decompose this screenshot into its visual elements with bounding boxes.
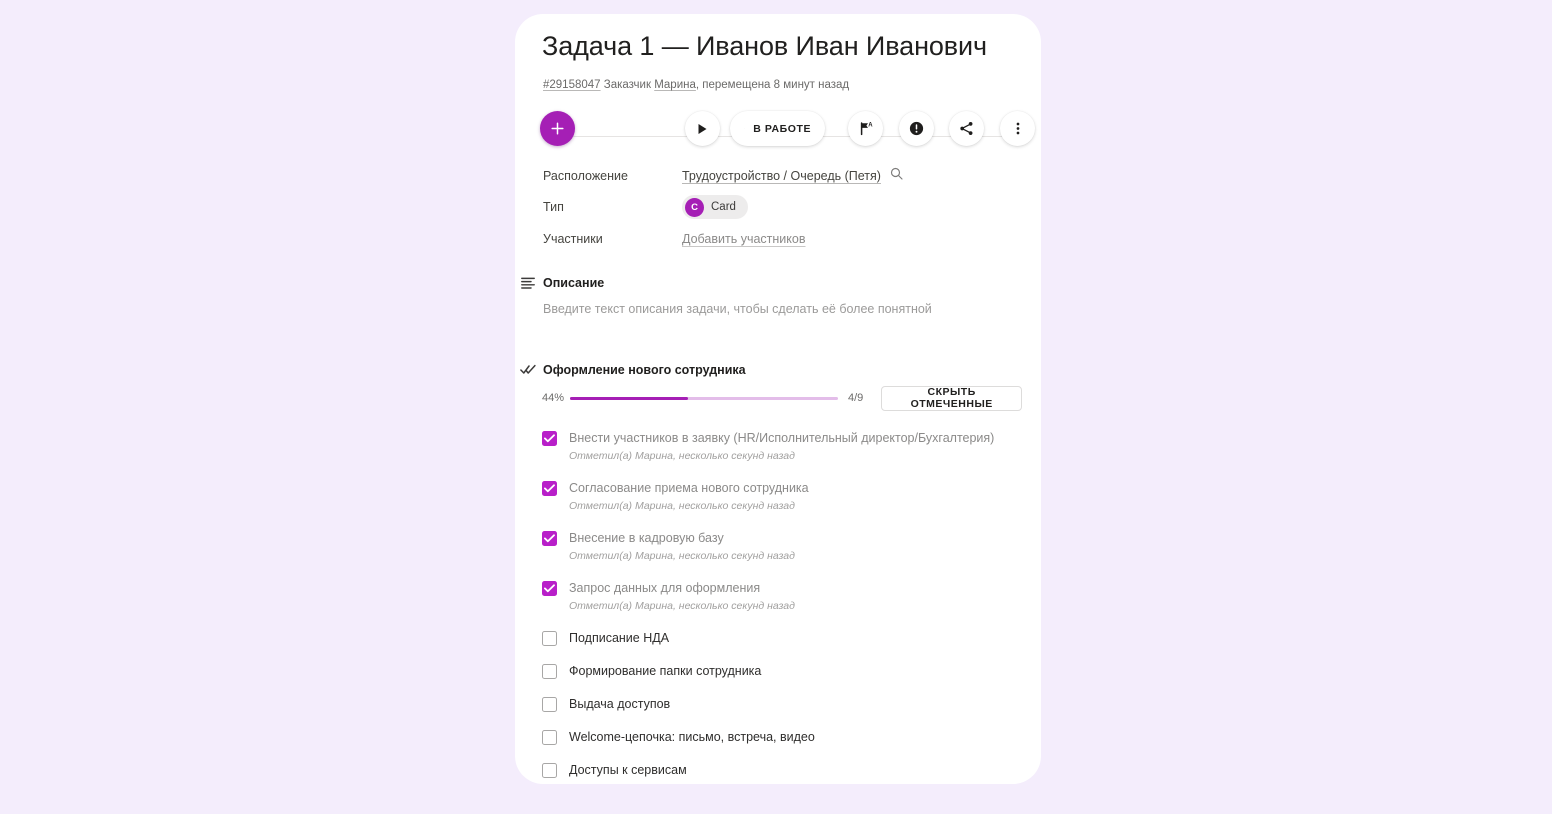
- checkbox-unchecked-icon[interactable]: [542, 664, 557, 679]
- more-vertical-icon: [1016, 122, 1019, 135]
- plus-icon: [551, 122, 564, 135]
- checklist-item-label: Внести участников в заявку (HR/Исполните…: [569, 431, 995, 445]
- checkbox-checked-icon[interactable]: [542, 481, 557, 496]
- start-timer-button[interactable]: [685, 111, 720, 146]
- type-badge-initial: C: [685, 197, 704, 217]
- checklist-item[interactable]: Выдача доступов: [542, 686, 1022, 719]
- checklist-item-label: Подписание НДА: [569, 631, 670, 645]
- checklist-progress-row: 44% 4/9 СКРЫТЬ ОТМЕЧЕННЫЕ: [542, 384, 1022, 412]
- task-meta-line: #29158047 Заказчик Марина, перемещена 8 …: [543, 77, 849, 93]
- status-button[interactable]: В РАБОТЕ: [730, 111, 825, 146]
- exclamation-circle-icon: [909, 121, 924, 136]
- checklist-item-meta: Отметил(а) Марина, несколько секунд наза…: [569, 500, 795, 512]
- checklist-item-label: Формирование папки сотрудника: [569, 664, 762, 678]
- share-icon: [960, 122, 973, 135]
- checklist-item[interactable]: Согласование приема нового сотрудника Отм…: [542, 470, 1022, 520]
- checklist-title: Оформление нового сотрудника: [543, 363, 746, 377]
- location-label: Расположение: [543, 168, 628, 183]
- checklist-item-body: Внесение в кадровую базу Отметил(а) Марин…: [569, 530, 795, 563]
- page-title: Задача 1 — Иванов Иван Иванович: [542, 31, 987, 61]
- checklist-item-body: Формирование папки сотрудника: [569, 663, 761, 679]
- checklist-item-label: Запрос данных для оформления: [569, 581, 761, 595]
- checklist-item-label: Доступы к сервисам: [569, 763, 687, 777]
- checklist-item-meta: Отметил(а) Марина, несколько секунд наза…: [569, 550, 795, 562]
- checklist-item-body: Внести участников в заявку (HR/Исполните…: [569, 430, 994, 463]
- checkbox-unchecked-icon[interactable]: [542, 763, 557, 778]
- task-id-link[interactable]: #29158047: [543, 79, 601, 91]
- checklist-item[interactable]: Внесение в кадровую базу Отметил(а) Марин…: [542, 520, 1022, 570]
- progress-bar: [570, 396, 838, 400]
- more-menu-button[interactable]: [1000, 111, 1035, 146]
- auto-flag-button[interactable]: A: [848, 111, 883, 146]
- type-badge[interactable]: C Card: [682, 195, 748, 220]
- location-value-link[interactable]: Трудоустройство / Очередь (Петя): [682, 169, 881, 183]
- checklist-item-body: Выдача доступов: [569, 696, 670, 712]
- description-title: Описание: [543, 276, 605, 290]
- progress-bar-fill: [570, 396, 688, 400]
- priority-button[interactable]: [899, 111, 934, 146]
- checklist-item[interactable]: Доступы к сервисам: [542, 752, 1022, 784]
- checklist-item[interactable]: Welcome-цепочка: письмо, встреча, видео: [542, 719, 1022, 752]
- checkbox-unchecked-icon[interactable]: [542, 730, 557, 745]
- property-row-location: Расположение Трудоустройство / Очередь (…: [543, 160, 1013, 192]
- flag-a-icon: A: [860, 121, 873, 135]
- progress-fraction: 4/9: [848, 392, 864, 404]
- checklist-item[interactable]: Внести участников в заявку (HR/Исполните…: [542, 420, 1022, 470]
- add-button[interactable]: [540, 111, 575, 146]
- type-badge-text: Card: [711, 201, 736, 214]
- checkbox-checked-icon[interactable]: [542, 431, 557, 446]
- play-icon: [698, 123, 707, 134]
- property-row-members: Участники Добавить участников: [543, 223, 1013, 255]
- add-members-link[interactable]: Добавить участников: [682, 232, 806, 246]
- checkbox-checked-icon[interactable]: [542, 531, 557, 546]
- checklist-item-body: Согласование приема нового сотрудника Отм…: [569, 480, 809, 513]
- checklist-item[interactable]: Подписание НДА: [542, 620, 1022, 653]
- description-placeholder[interactable]: Введите текст описания задачи, чтобы сде…: [543, 302, 932, 316]
- checkbox-unchecked-icon[interactable]: [542, 697, 557, 712]
- svg-text:A: A: [868, 122, 873, 128]
- checkbox-unchecked-icon[interactable]: [542, 631, 557, 646]
- checklist-item-label: Согласование приема нового сотрудника: [569, 481, 809, 495]
- checklist-item-meta: Отметил(а) Марина, несколько секунд наза…: [569, 600, 795, 612]
- checklist-item[interactable]: Формирование папки сотрудника: [542, 653, 1022, 686]
- task-card: Задача 1 — Иванов Иван Иванович #2915804…: [515, 14, 1041, 784]
- checklist-item[interactable]: Запрос данных для оформления Отметил(а) М…: [542, 570, 1022, 620]
- search-icon[interactable]: [890, 167, 903, 185]
- checklist-item-meta: Отметил(а) Марина, несколько секунд наза…: [569, 450, 795, 462]
- status-label: В РАБОТЕ: [753, 122, 811, 135]
- checklist-item-body: Подписание НДА: [569, 630, 669, 646]
- description-icon: [519, 277, 537, 290]
- checklist-item-label: Выдача доступов: [569, 697, 671, 711]
- checklist-item-body: Welcome-цепочка: письмо, встреча, видео: [569, 729, 815, 745]
- checklist-item-body: Доступы к сервисам: [569, 762, 687, 778]
- moved-text: , перемещена 8 минут назад: [695, 79, 850, 91]
- hide-checked-button[interactable]: СКРЫТЬ ОТМЕЧЕННЫЕ: [881, 385, 1022, 411]
- checklist-item-label: Welcome-цепочка: письмо, встреча, видео: [569, 730, 815, 744]
- checklist-icon: [519, 364, 537, 375]
- share-button[interactable]: [949, 111, 984, 146]
- checkbox-checked-icon[interactable]: [542, 581, 557, 596]
- property-row-type: Тип C Card: [543, 192, 1013, 224]
- progress-percent: 44%: [542, 392, 565, 404]
- type-label: Тип: [543, 200, 564, 215]
- members-label: Участники: [543, 231, 603, 246]
- checklist-item-body: Запрос данных для оформления Отметил(а) М…: [569, 580, 795, 613]
- requester-label: Заказчик: [603, 79, 651, 91]
- checklist-item-label: Внесение в кадровую базу: [569, 531, 724, 545]
- requester-link[interactable]: Марина: [654, 79, 696, 91]
- checklist-items: Внести участников в заявку (HR/Исполните…: [542, 420, 1022, 784]
- properties-list: Расположение Трудоустройство / Очередь (…: [543, 160, 1013, 255]
